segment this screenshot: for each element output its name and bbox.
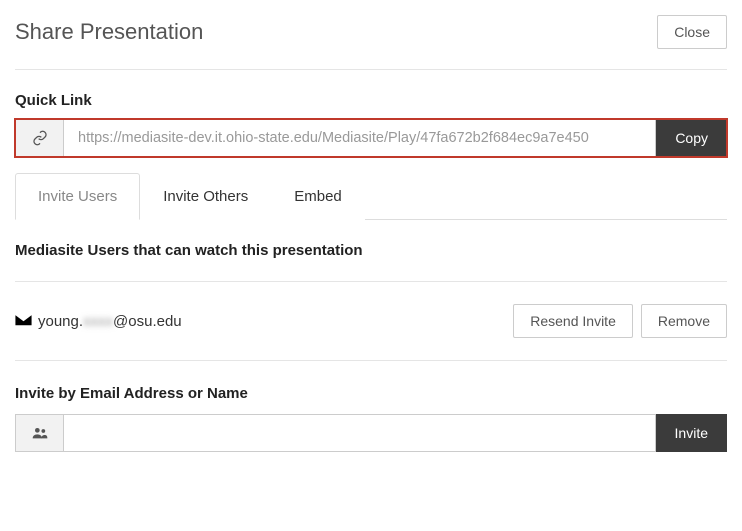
email-suffix: @osu.edu: [113, 313, 182, 330]
invite-input-group: Invite: [15, 414, 727, 452]
invite-button[interactable]: Invite: [656, 414, 727, 452]
quick-link-group: Copy: [15, 119, 727, 157]
quick-link-input[interactable]: [63, 119, 656, 157]
remove-button[interactable]: Remove: [641, 304, 727, 338]
tab-bar: Invite Users Invite Others Embed: [15, 173, 727, 220]
quick-link-label: Quick Link: [15, 92, 727, 109]
user-actions: Resend Invite Remove: [513, 304, 727, 338]
invite-input[interactable]: [63, 414, 656, 452]
users-heading: Mediasite Users that can watch this pres…: [15, 242, 727, 282]
copy-button[interactable]: Copy: [656, 119, 727, 157]
user-email: young.xxxx@osu.edu: [15, 313, 182, 330]
close-button[interactable]: Close: [657, 15, 727, 49]
tab-invite-users[interactable]: Invite Users: [15, 173, 140, 220]
email-prefix: young.: [38, 313, 83, 330]
email-masked: xxxx: [83, 313, 113, 330]
mail-icon: [15, 313, 32, 330]
page-title: Share Presentation: [15, 19, 203, 45]
resend-invite-button[interactable]: Resend Invite: [513, 304, 633, 338]
user-row: young.xxxx@osu.edu Resend Invite Remove: [15, 282, 727, 361]
people-icon: [15, 414, 63, 452]
invite-section: Invite by Email Address or Name Invite: [15, 385, 727, 452]
tab-invite-others[interactable]: Invite Others: [140, 173, 271, 220]
tab-embed[interactable]: Embed: [271, 173, 365, 220]
link-icon: [15, 119, 63, 157]
dialog-header: Share Presentation Close: [15, 15, 727, 70]
invite-label: Invite by Email Address or Name: [15, 385, 727, 402]
